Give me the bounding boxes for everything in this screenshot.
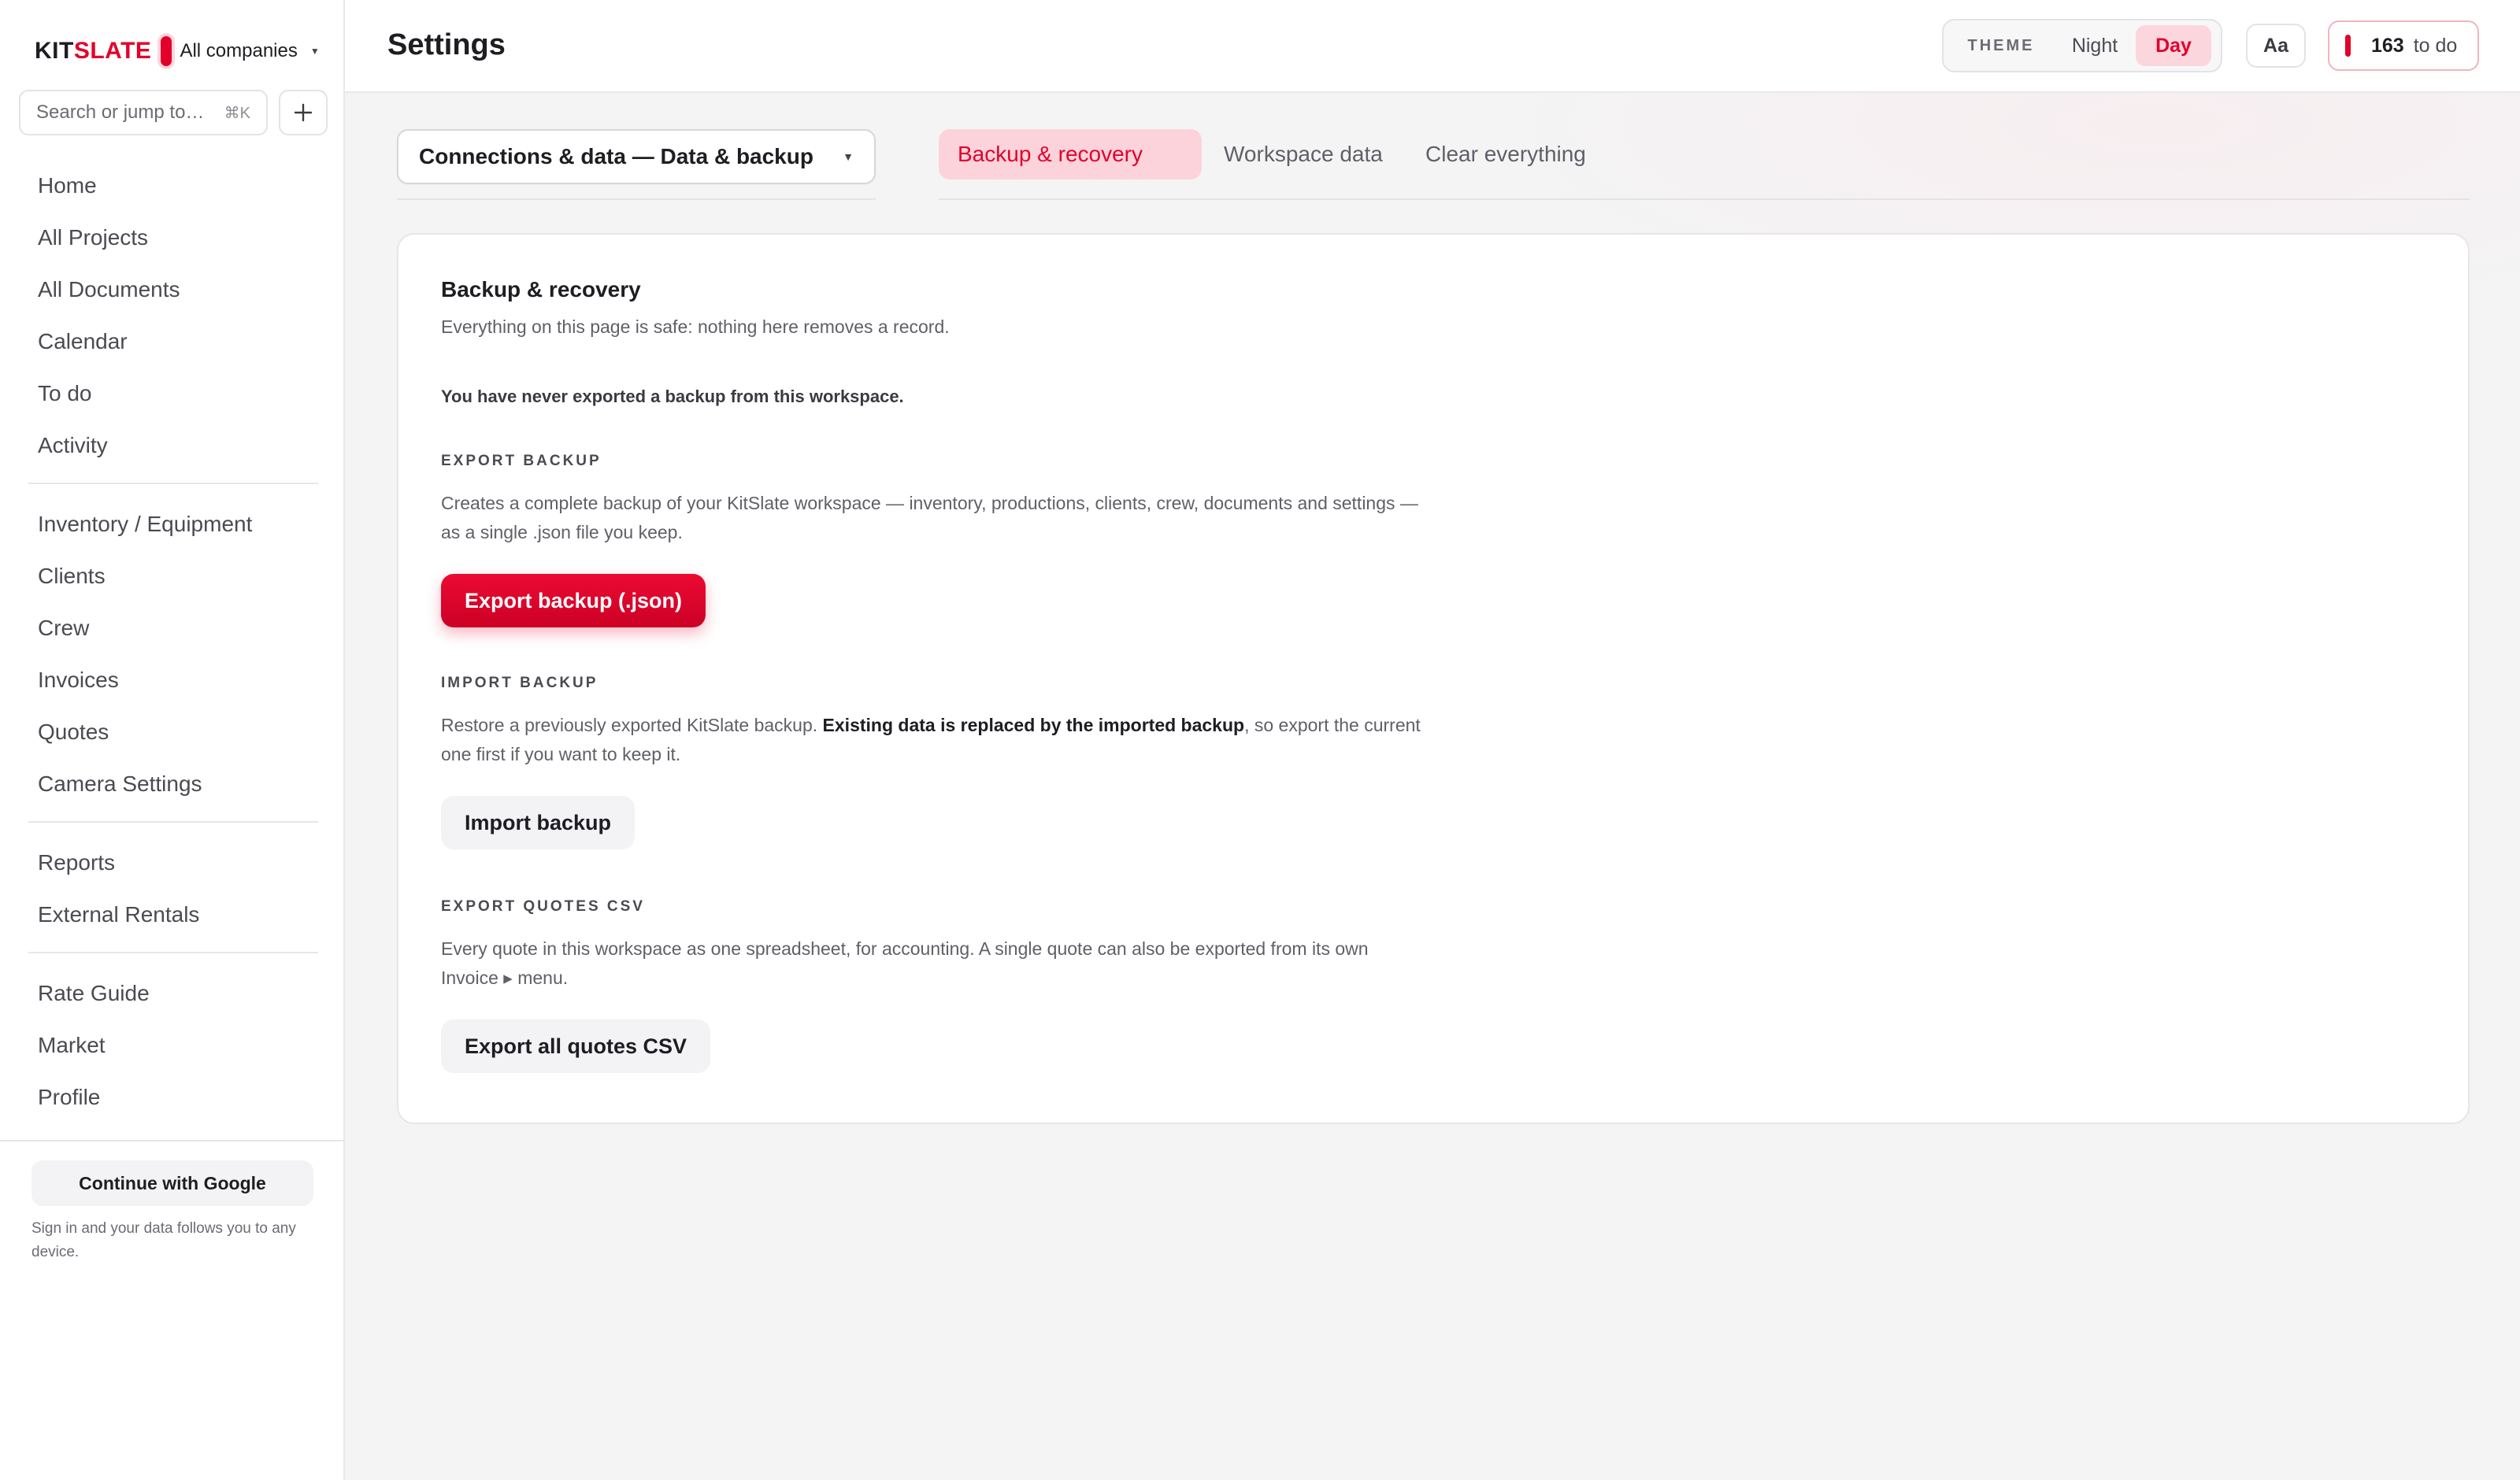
import-description-text: Restore a previously exported KitSlate b… — [441, 715, 823, 735]
sidebar-item-to-do[interactable]: To do — [0, 368, 345, 420]
search-placeholder: Search or jump to… — [36, 102, 205, 123]
sidebar-item-calendar[interactable]: Calendar — [0, 316, 345, 368]
sidebar-item-inventory-equipment[interactable]: Inventory / Equipment — [0, 498, 345, 550]
backup-recovery-card: Backup & recovery Everything on this pag… — [397, 233, 2470, 1124]
import-backup-section: IMPORT BACKUP Restore a previously expor… — [441, 675, 1425, 849]
company-switcher[interactable]: KITSLATE All companies ▼ — [35, 35, 320, 68]
todo-counter-button[interactable]: 163 to do — [2328, 20, 2479, 71]
continue-with-google-button[interactable]: Continue with Google — [32, 1160, 313, 1206]
import-backup-heading: IMPORT BACKUP — [441, 675, 598, 691]
export-quotes-csv-section: EXPORT QUOTES CSV Every quote in this wo… — [441, 898, 1425, 1073]
search-shortcut: ⌘K — [224, 104, 250, 122]
todo-label: to do — [2413, 34, 2458, 57]
card-title: Backup & recovery — [441, 277, 641, 302]
nav-group-tools: Rate Guide Market Profile — [0, 968, 345, 1123]
font-size-button[interactable]: Aa — [2246, 24, 2306, 68]
brand-indicator-icon — [161, 36, 172, 66]
sidebar-item-quotes[interactable]: Quotes — [0, 706, 345, 758]
export-backup-button[interactable]: Export backup (.json) — [441, 574, 706, 627]
export-quotes-csv-heading: EXPORT QUOTES CSV — [441, 898, 645, 915]
sidebar-item-reports[interactable]: Reports — [0, 837, 345, 889]
sidebar-item-clients[interactable]: Clients — [0, 550, 345, 602]
todo-indicator-icon — [2345, 35, 2351, 57]
sidebar: KITSLATE All companies ▼ Search or jump … — [0, 0, 345, 1480]
export-all-quotes-csv-button[interactable]: Export all quotes CSV — [441, 1019, 711, 1073]
import-backup-button[interactable]: Import backup — [441, 796, 636, 849]
settings-tabs: Backup & recovery Workspace data Clear e… — [939, 129, 1586, 179]
tab-clear-everything[interactable]: Clear everything — [1425, 129, 1586, 179]
theme-label: THEME — [1967, 36, 2035, 54]
export-backup-heading: EXPORT BACKUP — [441, 453, 602, 469]
sidebar-item-rate-guide[interactable]: Rate Guide — [0, 968, 345, 1019]
add-button[interactable] — [279, 90, 328, 135]
sidebar-item-home[interactable]: Home — [0, 160, 345, 212]
sidebar-item-all-projects[interactable]: All Projects — [0, 212, 345, 264]
chevron-down-icon: ▼ — [843, 150, 854, 163]
theme-option-night[interactable]: Night — [2054, 25, 2136, 66]
nav-group-reports: Reports External Rentals — [0, 837, 345, 941]
page-title: Settings — [387, 28, 506, 61]
todo-count: 163 — [2371, 34, 2404, 57]
sidebar-item-invoices[interactable]: Invoices — [0, 654, 345, 706]
import-warning-text: Existing data is replaced by the importe… — [822, 715, 1245, 735]
settings-section-select[interactable]: Connections & data — Data & backup ▼ — [397, 129, 876, 184]
company-label: All companies — [180, 40, 298, 61]
export-backup-section: EXPORT BACKUP Creates a complete backup … — [441, 453, 1425, 627]
search-input[interactable]: Search or jump to… ⌘K — [19, 90, 268, 135]
backup-status-note: You have never exported a backup from th… — [441, 387, 904, 406]
sidebar-item-profile[interactable]: Profile — [0, 1071, 345, 1123]
export-quotes-csv-description: Every quote in this workspace as one spr… — [441, 938, 1369, 988]
top-bar: Settings THEME Night Day Aa 163 to do — [345, 0, 2520, 93]
nav-group-main: Home All Projects All Documents Calendar To … — [0, 160, 345, 472]
nav-divider — [28, 821, 318, 823]
kitslate-logo: KITSLATE — [35, 38, 151, 65]
select-underline — [397, 198, 876, 200]
import-backup-description: Restore a previously exported KitSlate b… — [441, 711, 1425, 769]
sidebar-item-camera-settings[interactable]: Camera Settings — [0, 758, 345, 810]
tab-backup-recovery[interactable]: Backup & recovery — [939, 129, 1202, 179]
card-subtitle: Everything on this page is safe: nothing… — [441, 316, 950, 337]
sidebar-item-external-rentals[interactable]: External Rentals — [0, 889, 345, 941]
logo-text-kit: KIT — [35, 38, 74, 64]
tab-workspace-data[interactable]: Workspace data — [1224, 129, 1405, 179]
logo-text-slate: SLATE — [73, 38, 152, 64]
nav-group-records: Inventory / Equipment Clients Crew Invoices… — [0, 498, 345, 810]
tabs-underline — [939, 198, 2470, 200]
nav-divider — [28, 952, 318, 953]
sidebar-footer-divider — [0, 1140, 343, 1141]
sidebar-item-activity[interactable]: Activity — [0, 420, 345, 472]
nav-divider — [28, 483, 318, 484]
export-backup-description: Creates a complete backup of your KitSla… — [441, 493, 1418, 542]
sidebar-item-crew[interactable]: Crew — [0, 602, 345, 654]
sidebar-item-market[interactable]: Market — [0, 1019, 345, 1071]
plus-icon — [294, 103, 313, 122]
section-select-value: Connections & data — Data & backup — [419, 144, 813, 168]
theme-option-day[interactable]: Day — [2136, 25, 2211, 66]
chevron-down-icon: ▼ — [309, 46, 320, 57]
google-signin-note: Sign in and your data follows you to any… — [32, 1220, 296, 1260]
sidebar-item-all-documents[interactable]: All Documents — [0, 264, 345, 316]
theme-switcher: THEME Night Day — [1942, 19, 2222, 72]
